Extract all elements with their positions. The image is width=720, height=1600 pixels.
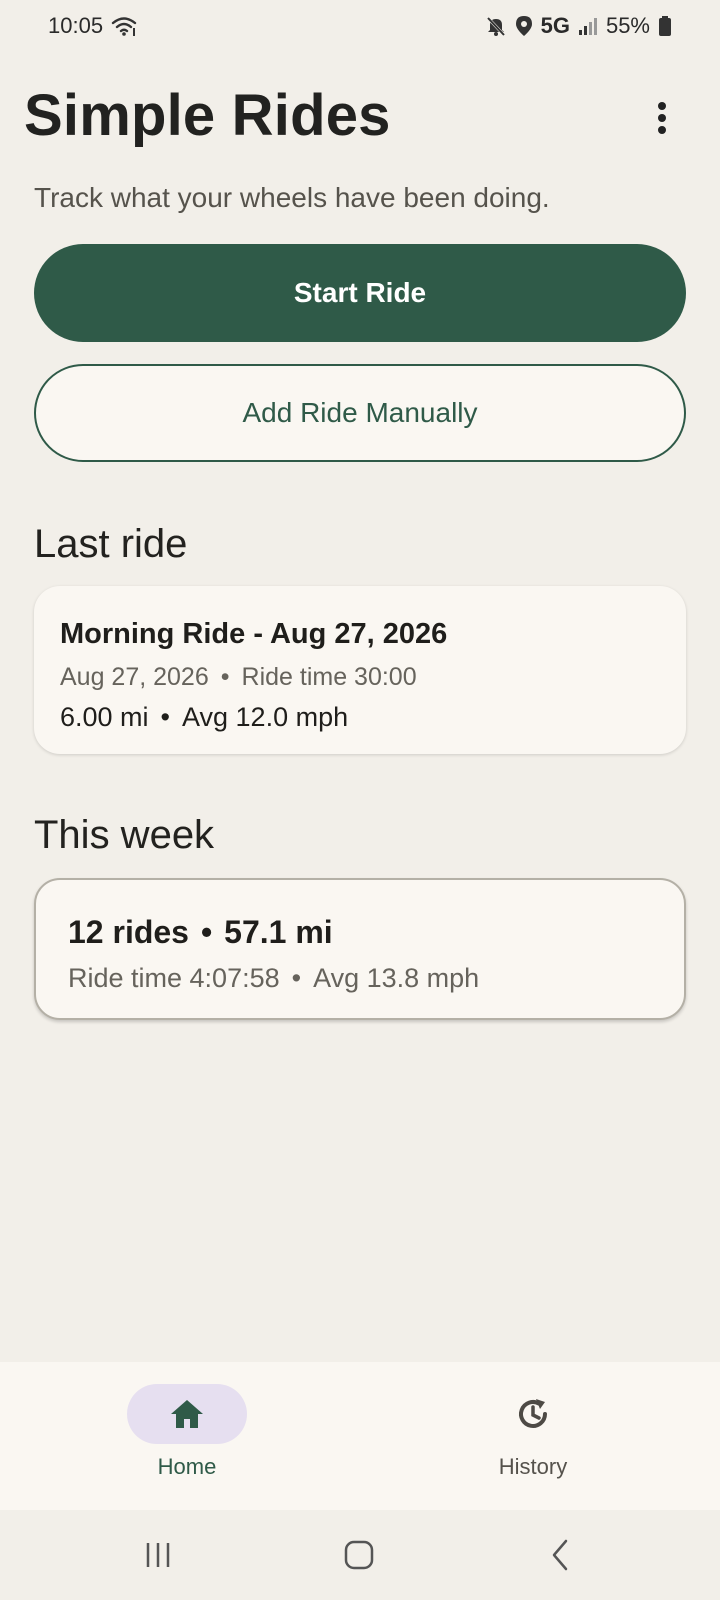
ride-stats: 6.00 mi • Avg 12.0 mph bbox=[60, 702, 660, 733]
signal-icon bbox=[578, 16, 598, 36]
separator-dot: • bbox=[200, 914, 213, 950]
ride-avg-speed: Avg 12.0 mph bbox=[182, 702, 349, 732]
back-icon bbox=[548, 1539, 572, 1571]
recents-button[interactable] bbox=[128, 1530, 188, 1580]
nav-label-history: History bbox=[498, 1454, 568, 1479]
network-type: 5G bbox=[540, 13, 570, 38]
week-ride-time: Ride time 4:07:58 bbox=[68, 963, 280, 993]
system-home-button[interactable] bbox=[329, 1530, 389, 1580]
status-bar: 10:05 5G 55% bbox=[0, 0, 720, 52]
last-ride-heading: Last ride bbox=[34, 522, 188, 566]
ride-name: Morning Ride - Aug 27, 2026 bbox=[60, 618, 448, 650]
week-avg-speed: Avg 13.8 mph bbox=[313, 963, 480, 993]
ride-date: Aug 27, 2026 bbox=[60, 663, 209, 691]
week-rides-count: 12 rides bbox=[68, 914, 189, 950]
page-title: Simple Rides bbox=[24, 83, 391, 148]
status-bar-left: 10:05 bbox=[48, 13, 137, 39]
home-icon bbox=[169, 1398, 205, 1430]
recents-icon bbox=[143, 1540, 173, 1570]
nav-item-home[interactable]: Home bbox=[87, 1384, 287, 1480]
separator-dot: • bbox=[160, 702, 170, 732]
history-icon bbox=[515, 1396, 551, 1432]
week-summary: 12 rides • 57.1 mi bbox=[68, 914, 652, 951]
overflow-menu-button[interactable] bbox=[640, 96, 684, 140]
separator-dot: • bbox=[291, 963, 302, 993]
mute-icon bbox=[485, 15, 507, 37]
home-circle-icon bbox=[343, 1539, 375, 1571]
ride-distance: 6.00 mi bbox=[60, 702, 149, 732]
nav-icon-wrapper bbox=[473, 1384, 593, 1444]
ride-meta: Aug 27, 2026 • Ride time 30:00 bbox=[60, 663, 660, 692]
system-navigation-bar bbox=[0, 1510, 720, 1600]
separator-dot: • bbox=[220, 663, 230, 691]
location-icon bbox=[515, 15, 533, 37]
battery-percent: 55% bbox=[605, 13, 650, 38]
nav-active-indicator bbox=[127, 1384, 247, 1444]
status-time: 10:05 bbox=[48, 13, 104, 38]
start-ride-button[interactable]: Start Ride bbox=[34, 244, 686, 342]
last-ride-card[interactable]: Morning Ride - Aug 27, 2026 Aug 27, 2026… bbox=[34, 586, 686, 754]
wifi-icon bbox=[111, 15, 137, 37]
battery-icon bbox=[658, 15, 672, 37]
status-bar-right: 5G 55% bbox=[485, 13, 672, 39]
week-details: Ride time 4:07:58 • Avg 13.8 mph bbox=[68, 963, 652, 994]
this-week-heading: This week bbox=[34, 813, 215, 857]
this-week-card[interactable]: 12 rides • 57.1 mi Ride time 4:07:58 • Avg 1… bbox=[34, 878, 686, 1020]
week-distance: 57.1 mi bbox=[224, 914, 333, 950]
add-ride-manually-button[interactable]: Add Ride Manually bbox=[34, 364, 686, 462]
ride-time: Ride time 30:00 bbox=[241, 663, 417, 691]
back-button[interactable] bbox=[530, 1530, 590, 1580]
bottom-navigation: Home History bbox=[0, 1362, 720, 1510]
nav-item-history[interactable]: History bbox=[433, 1384, 633, 1480]
more-vert-icon bbox=[657, 101, 667, 135]
page-subtitle: Track what your wheels have been doing. bbox=[34, 182, 550, 213]
nav-label-home: Home bbox=[157, 1454, 217, 1479]
